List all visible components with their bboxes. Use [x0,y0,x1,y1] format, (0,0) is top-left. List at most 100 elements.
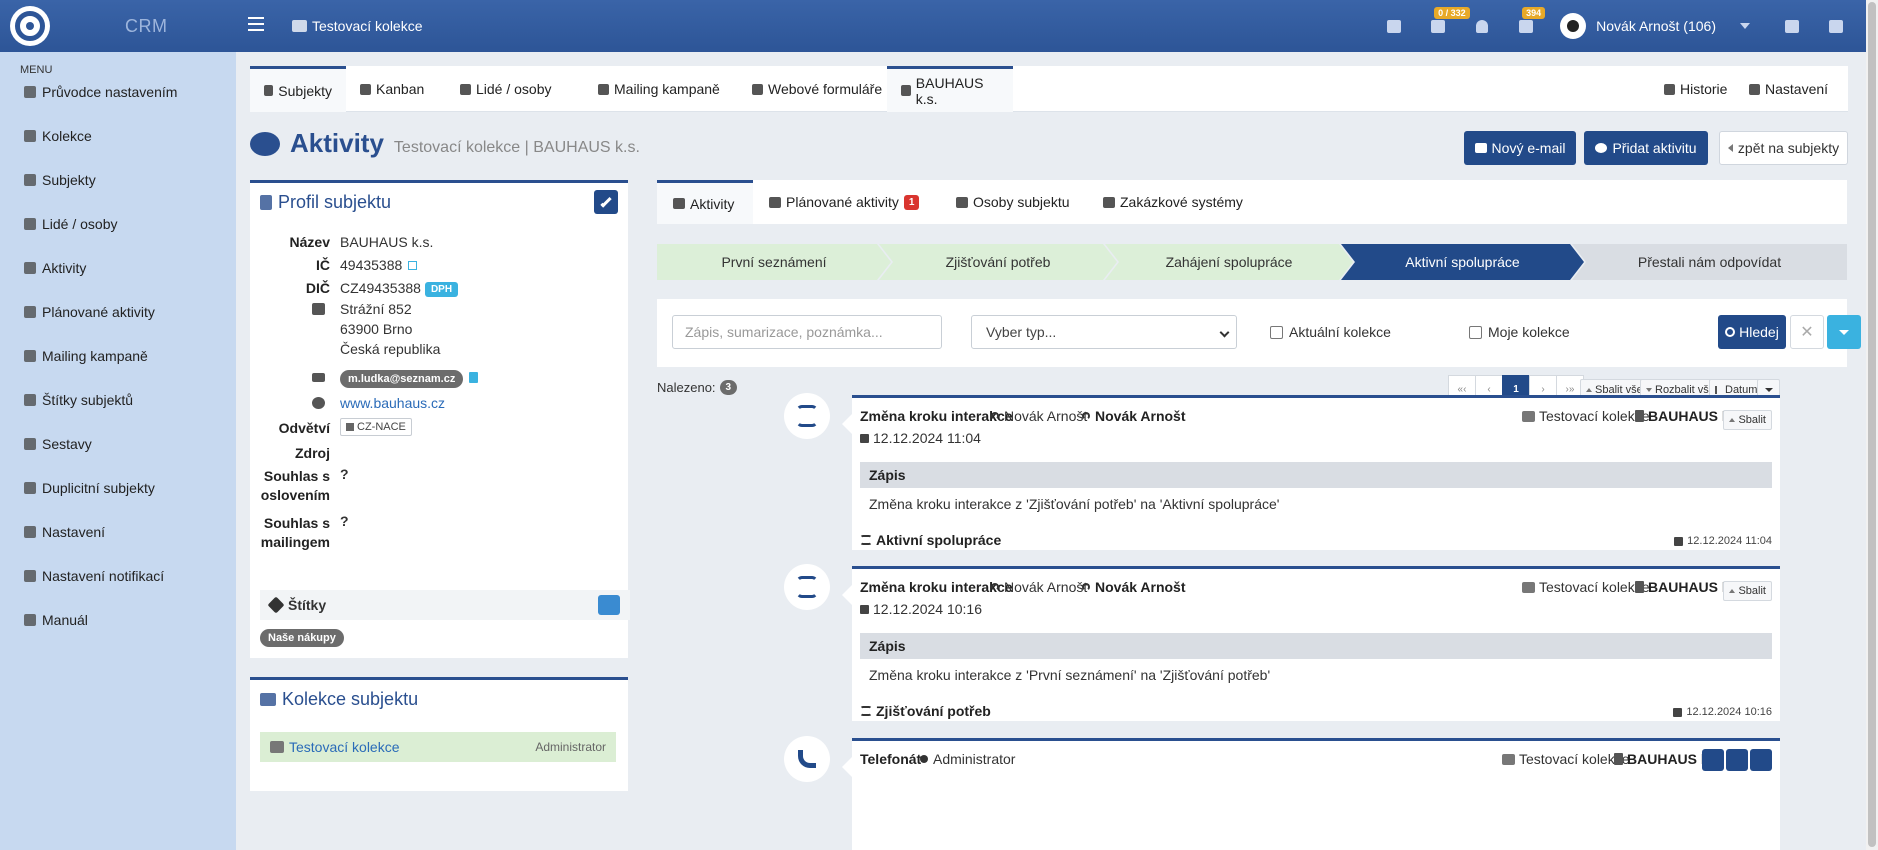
add-tag-button[interactable] [598,595,620,615]
breadcrumb[interactable]: Testovací kolekce [292,18,423,34]
activity-collection[interactable]: Testovací kolekce [1502,751,1630,767]
calendar-icon[interactable] [1384,16,1404,36]
tab-subjekty[interactable]: Subjekty [250,66,346,112]
new-email-button[interactable]: Nový e-mail [1464,131,1576,165]
sidebar-item-duplicitni[interactable]: Duplicitní subjekty [24,478,155,498]
tab-aktivity[interactable]: Aktivity [657,180,753,224]
collection-row[interactable]: Testovací kolekce Administrator [260,732,616,762]
history-icon [1664,83,1675,95]
step-aktivni-spoluprace[interactable]: Aktivní spolupráce [1341,244,1584,280]
sidebar-item-label: Manuál [42,612,88,628]
tag-pill[interactable]: Naše nákupy [260,629,344,647]
search-input[interactable]: Zápis, sumarizace, poznámka... [672,315,942,349]
user-menu[interactable]: Novák Arnošt (106) [1560,13,1750,39]
tab-nastaveni[interactable]: Nastavení [1735,66,1842,112]
pencil-icon [24,86,36,98]
sidebar-item-pruvodce[interactable]: Průvodce nastavením [24,82,177,102]
sidebar-item-mailing[interactable]: Mailing kampaně [24,346,148,366]
tags-icon [24,394,36,406]
back-label: zpět na subjekty [1737,140,1840,156]
sidebar-item-lide[interactable]: Lidé / osoby [24,214,118,234]
tab-kanban[interactable]: Kanban [346,66,438,112]
tab-label: Subjekty [278,82,332,99]
back-to-subjects-button[interactable]: zpět na subjekty [1719,131,1848,165]
caret-down-icon [1646,388,1652,392]
type-select[interactable]: Vyber typ... [971,315,1237,349]
collapse-button[interactable]: Sbalit [1723,410,1772,430]
step-zjistovani-potreb[interactable]: Zjišťování potřeb [879,244,1117,280]
search-duplicate-icon [24,482,36,494]
step-change-icon [860,535,872,545]
attachment-icon[interactable] [1702,749,1724,771]
page-scrollbar[interactable] [1866,0,1878,850]
top-tabs: Subjekty Kanban Lidé / osoby Mailing kam… [250,66,1848,112]
home-icon[interactable] [1826,16,1846,36]
hamburger-menu-icon[interactable] [248,17,264,31]
building-icon [260,195,272,210]
sidebar-item-nastaveni[interactable]: Nastavení [24,522,105,542]
tab-formulare[interactable]: Webové formuláře [738,66,896,112]
clear-filter-button[interactable]: ✕ [1790,315,1824,349]
ic-label: IČ [316,257,330,273]
step-zahajeni-spoluprace[interactable]: Zahájení spolupráce [1105,244,1353,280]
owner-label: Novák Arnošt [1095,408,1186,424]
collapse-button[interactable]: Sbalit [1723,581,1772,601]
external-link-icon[interactable] [408,261,418,270]
chevron-down-icon [1219,327,1230,338]
sidebar-item-kolekce[interactable]: Kolekce [24,126,92,146]
activity-collection[interactable]: Testovací kolekce [1522,579,1650,595]
current-collection-checkbox[interactable]: Aktuální kolekce [1270,324,1391,340]
collections-panel: Kolekce subjektu Testovací kolekce Admin… [250,677,628,791]
collection-name[interactable]: Testovací kolekce [270,739,535,755]
sidebar-item-aktivity[interactable]: Aktivity [24,258,86,278]
tab-label: Kanban [376,81,425,97]
collection-role: Administrator [535,740,606,754]
caret-up-icon [1729,589,1736,593]
tab-planovane-aktivity[interactable]: Plánované aktivity 1 [753,180,935,224]
checkbox-box[interactable] [1270,325,1283,339]
website-link[interactable]: www.bauhaus.cz [340,395,445,411]
building-icon [264,85,274,96]
step-prestali-odpovidat[interactable]: Přestali nám odpovídat [1572,244,1847,280]
tasks-icon[interactable]: 0 / 332 [1428,7,1470,36]
checkbox-box[interactable] [1469,325,1482,339]
sidebar-item-subjekty[interactable]: Subjekty [24,170,96,190]
add-activity-button[interactable]: Přidat aktivitu [1584,131,1708,165]
user-label: Novák Arnošt [1004,408,1088,424]
pencil-icon[interactable] [1750,749,1772,771]
sidebar-item-planovane[interactable]: Plánované aktivity [24,302,155,322]
step-change-icon [784,393,830,439]
tags-bar: Štítky [260,590,630,620]
checkbox-label: Aktuální kolekce [1289,324,1391,340]
tab-mailing[interactable]: Mailing kampaně [584,66,734,112]
subtab-label: Aktivity [690,195,735,212]
tab-label: Lidé / osoby [476,81,552,97]
results-count-badge: 3 [719,380,738,395]
tab-lide[interactable]: Lidé / osoby [446,66,566,112]
tab-osoby-subjektu[interactable]: Osoby subjektu [940,180,1086,224]
envelope-icon [312,373,325,382]
sidebar-item-notifikace[interactable]: Nastavení notifikací [24,566,164,586]
activity-owner: Novák Arnošt [1082,579,1186,595]
copy-icon[interactable] [469,372,479,383]
filter-dropdown-button[interactable] [1827,315,1861,349]
search-button[interactable]: Hledej [1718,315,1786,349]
bank-icon[interactable] [1782,16,1802,36]
activity-collection[interactable]: Testovací kolekce [1522,408,1650,424]
messages-icon[interactable]: 394 [1516,7,1546,36]
tab-bauhaus[interactable]: BAUHAUS k.s. [887,66,1013,112]
tab-label: Historie [1680,81,1728,97]
step-prvni-seznameni[interactable]: První seznámení [657,244,891,280]
bell-icon[interactable] [1472,16,1492,36]
tab-historie[interactable]: Historie [1650,66,1741,112]
sidebar-item-manual[interactable]: Manuál [24,610,88,630]
edit-profile-button[interactable] [594,190,618,214]
brand[interactable]: CRM [0,0,236,52]
pin-icon[interactable] [1726,749,1748,771]
my-collection-checkbox[interactable]: Moje kolekce [1469,324,1570,340]
email-pill[interactable]: m.ludka@seznam.cz [340,370,464,388]
sidebar-item-stitky[interactable]: Štítky subjektů [24,390,133,410]
tab-zakazkove-systemy[interactable]: Zakázkové systémy [1087,180,1259,224]
nace-button[interactable]: CZ-NACE [340,418,412,436]
sidebar-item-sestavy[interactable]: Sestavy [24,434,92,454]
